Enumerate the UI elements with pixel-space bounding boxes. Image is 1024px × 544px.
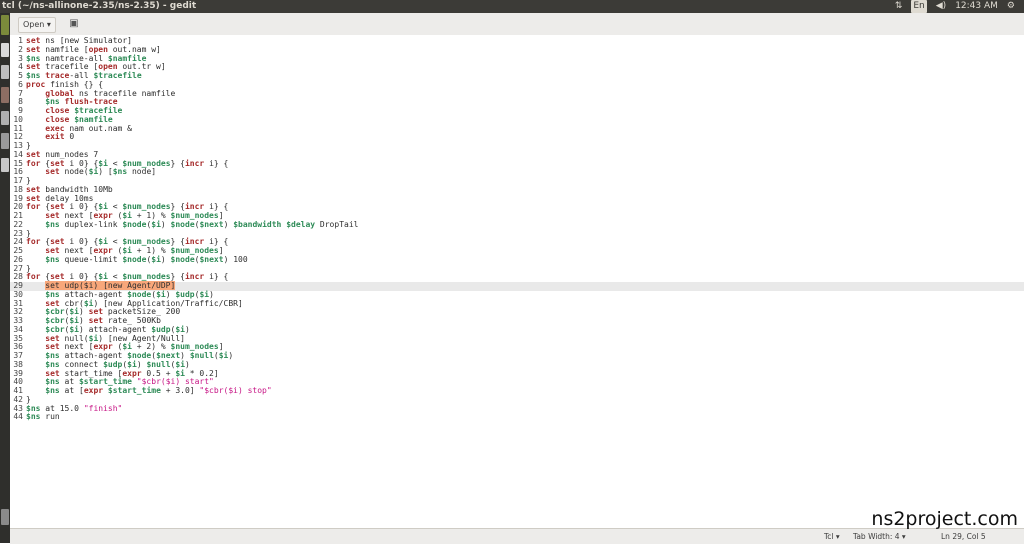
- line-text: $cbr($i) set packetSize_ 200: [45, 307, 181, 317]
- line-text: for {set i 0} {$i < $num_nodes} {incr i}…: [26, 202, 229, 212]
- line-text: exit 0: [45, 132, 75, 142]
- line-text: $cbr($i) set rate_ 500Kb: [45, 316, 161, 325]
- line-text: $ns attach-agent $node($next) $null($i): [45, 351, 234, 360]
- tab-width-selector[interactable]: Tab Width: 4 ▾: [853, 532, 906, 541]
- line-text: set node($i) [$ns node]: [45, 167, 157, 177]
- line-text: proc finish {} {: [26, 79, 104, 89]
- line-text: set udp($i) [new Agent/UDP]: [45, 281, 176, 290]
- save-icon[interactable]: ▣: [67, 17, 81, 31]
- line-text: $ns attach-agent $node($i) $udp($i): [45, 289, 214, 299]
- top-panel: tcl (~/ns-allinone-2.35/ns-2.35) - gedit…: [0, 0, 1024, 13]
- line-text: $ns at $start_time "$cbr($i) start": [45, 377, 214, 387]
- cursor-position: Ln 29, Col 5: [941, 532, 986, 541]
- code-line[interactable]: 15 for {set i 0} {$i < $num_nodes} {incr …: [10, 159, 1024, 169]
- line-text: close $tracefile: [45, 106, 123, 115]
- line-text: }: [26, 394, 31, 404]
- code-editor[interactable]: 1 set ns [new Simulator] 2 set namfile [ope…: [10, 35, 1024, 528]
- code-line[interactable]: 43 $ns at 15.0 "finish": [10, 403, 1024, 414]
- code-line[interactable]: 41 $ns at [expr $start_time + 3.0] "$cbr…: [10, 386, 1024, 396]
- code-line[interactable]: 7 global ns tracefile namfile: [10, 88, 1024, 99]
- window-title: tcl (~/ns-allinone-2.35/ns-2.35) - gedit: [2, 1, 197, 11]
- code-line[interactable]: 22 $ns duplex-link $node($i) $node($next…: [10, 219, 1024, 230]
- line-text: set num_nodes 7: [26, 149, 99, 159]
- code-line[interactable]: 18 set bandwidth 10Mb: [10, 184, 1024, 195]
- line-text: set bandwidth 10Mb: [26, 184, 113, 194]
- line-text: $ns trace-all $tracefile: [26, 71, 142, 80]
- line-text: $ns connect $udp($i) $null($i): [45, 359, 190, 369]
- toolbar: Open ▾ ▣: [10, 13, 1024, 36]
- line-number: 44: [13, 412, 23, 422]
- line-text: }: [26, 141, 31, 150]
- code-lines: 1 set ns [new Simulator] 2 set namfile [ope…: [10, 36, 1024, 422]
- line-text: $ns flush-trace: [45, 97, 118, 107]
- line-text: set namfile [open out.nam w]: [26, 44, 161, 54]
- code-line[interactable]: 42}: [10, 394, 1024, 405]
- launcher-app-icon[interactable]: [1, 15, 9, 35]
- code-line[interactable]: 10 close $namfile: [10, 114, 1024, 125]
- code-line[interactable]: 5 $ns trace-all $tracefile: [10, 71, 1024, 81]
- line-text: set next [expr ($i + 1) % $num_nodes]: [45, 211, 224, 220]
- clock[interactable]: 12:43 AM: [955, 0, 998, 13]
- launcher: [0, 13, 10, 543]
- launcher-app-icon[interactable]: [1, 133, 9, 149]
- line-text: set tracefile [open out.tr w]: [26, 62, 166, 72]
- line-text: $ns namtrace-all $namfile: [26, 53, 147, 63]
- watermark: ns2project.com: [871, 508, 1018, 530]
- line-text: $ns at 15.0 "finish": [26, 403, 123, 413]
- launcher-app-icon[interactable]: [1, 65, 9, 79]
- system-tray: ⇅ En ◀) 12:43 AM ⚙: [895, 0, 1024, 13]
- line-text: set next [expr ($i + 2) % $num_nodes]: [45, 342, 224, 352]
- launcher-app-icon[interactable]: [1, 158, 9, 172]
- line-text: set ns [new Simulator]: [26, 36, 132, 45]
- line-text: $ns duplex-link $node($i) $node($next) $…: [45, 219, 359, 229]
- code-line[interactable]: 26 $ns queue-limit $node($i) $node($next…: [10, 254, 1024, 265]
- line-text: global ns tracefile namfile: [45, 88, 176, 98]
- launcher-trash-icon[interactable]: [1, 509, 9, 525]
- code-line[interactable]: 44 $ns run: [10, 412, 1024, 422]
- language-selector[interactable]: Tcl ▾: [824, 532, 840, 541]
- code-line[interactable]: 4 set tracefile [open out.tr w]: [10, 62, 1024, 72]
- code-line[interactable]: 12 exit 0: [10, 132, 1024, 142]
- line-text: close $namfile: [45, 114, 113, 124]
- code-line[interactable]: 1 set ns [new Simulator]: [10, 36, 1024, 46]
- code-line[interactable]: 11 exec nam out.nam &: [10, 124, 1024, 134]
- speaker-icon[interactable]: ◀): [936, 0, 946, 13]
- line-text: $cbr($i) attach-agent $udp($i): [45, 324, 190, 334]
- line-text: }: [26, 176, 31, 185]
- code-line[interactable]: 13}: [10, 141, 1024, 151]
- code-line[interactable]: 16 set node($i) [$ns node]: [10, 167, 1024, 177]
- line-text: $ns queue-limit $node($i) $node($next) 1…: [45, 254, 248, 264]
- line-text: for {set i 0} {$i < $num_nodes} {incr i}…: [26, 237, 229, 247]
- status-bar: Tcl ▾ Tab Width: 4 ▾ Ln 29, Col 5: [10, 528, 1024, 544]
- line-text: for {set i 0} {$i < $num_nodes} {incr i}…: [26, 272, 229, 282]
- launcher-app-icon[interactable]: [1, 111, 9, 125]
- launcher-app-icon[interactable]: [1, 87, 9, 103]
- code-line[interactable]: 32 $cbr($i) set packetSize_ 200: [10, 307, 1024, 317]
- line-text: $ns run: [26, 412, 60, 422]
- network-icon[interactable]: ⇅: [895, 0, 903, 13]
- code-line[interactable]: 8 $ns flush-trace: [10, 97, 1024, 107]
- code-line[interactable]: 9 close $tracefile: [10, 106, 1024, 116]
- keyboard-indicator[interactable]: En: [911, 0, 927, 13]
- launcher-app-icon[interactable]: [1, 43, 9, 57]
- line-text: set next [expr ($i + 1) % $num_nodes]: [45, 246, 224, 255]
- gear-icon[interactable]: ⚙: [1007, 0, 1015, 13]
- line-text: $ns at [expr $start_time + 3.0] "$cbr($i…: [45, 386, 272, 395]
- open-button[interactable]: Open ▾: [18, 17, 56, 33]
- code-line[interactable]: 2 set namfile [open out.nam w]: [10, 44, 1024, 55]
- code-line[interactable]: 17}: [10, 176, 1024, 186]
